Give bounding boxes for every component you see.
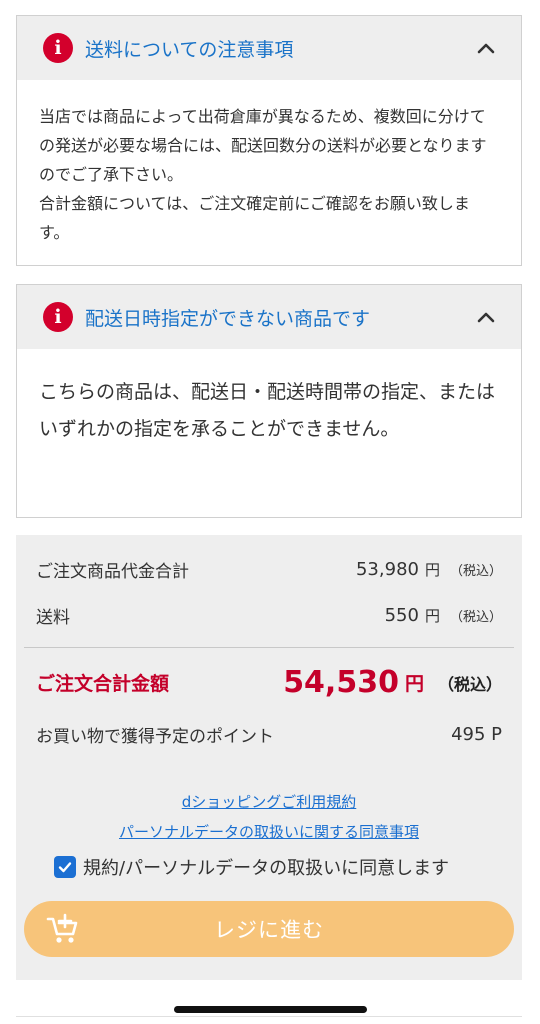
order-summary: ご注文商品代金合計 53,980 円 （税込） 送料 550 円 （税込） ご注… <box>16 535 522 980</box>
subtotal-value: 53,980 <box>355 559 419 580</box>
delivery-date-notice-panel: i 配送日時指定ができない商品です こちらの商品は、配送日・配送時間帯の指定、ま… <box>16 284 522 518</box>
points-row: お買い物で獲得予定のポイント 495 P <box>36 722 502 747</box>
chevron-up-icon[interactable] <box>475 37 497 59</box>
delivery-date-notice-text: こちらの商品は、配送日・配送時間帯の指定、またはいずれかの指定を承ることができま… <box>39 381 496 440</box>
tax-note: （税込） <box>437 674 502 694</box>
delivery-date-notice-header[interactable]: i 配送日時指定ができない商品です <box>17 285 521 349</box>
alert-icon: i <box>43 33 73 63</box>
alert-icon: i <box>43 302 73 332</box>
shipping-notice-body: 当店では商品によって出荷倉庫が異なるため、複数回に分けての発送が必要な場合には、… <box>17 80 521 247</box>
points-value: 495 P <box>451 724 502 745</box>
checkout-label: レジに進む <box>214 918 324 942</box>
tax-note: （税込） <box>449 610 502 625</box>
cart-plus-icon <box>46 913 78 943</box>
yen-unit: 円 <box>424 607 440 625</box>
shipping-label: 送料 <box>36 608 70 628</box>
delivery-date-notice-title: 配送日時指定ができない商品です <box>85 307 371 330</box>
total-value: 54,530 <box>283 665 399 700</box>
agreement-checkbox-row[interactable]: 規約/パーソナルデータの取扱いに同意します <box>54 854 449 880</box>
shipping-notice-header[interactable]: i 送料についての注意事項 <box>17 16 521 80</box>
checkout-button[interactable]: レジに進む <box>24 901 514 957</box>
bottom-divider <box>16 1016 522 1017</box>
points-label: お買い物で獲得予定のポイント <box>36 727 274 747</box>
chevron-up-icon[interactable] <box>475 306 497 328</box>
yen-unit: 円 <box>404 673 424 695</box>
home-indicator <box>174 1006 367 1013</box>
shipping-value: 550 <box>384 605 419 626</box>
agreement-label: 規約/パーソナルデータの取扱いに同意します <box>83 858 450 879</box>
privacy-consent-link[interactable]: パーソナルデータの取扱いに関する同意事項 <box>16 821 522 842</box>
agreement-checkbox[interactable] <box>54 856 76 878</box>
tax-note: （税込） <box>449 564 502 579</box>
checkmark-icon <box>58 862 72 873</box>
subtotal-row: ご注文商品代金合計 53,980 円 （税込） <box>36 557 502 582</box>
shipping-notice-text: 当店では商品によって出荷倉庫が異なるため、複数回に分けての発送が必要な場合には、… <box>39 107 487 184</box>
yen-unit: 円 <box>424 561 440 579</box>
total-row: ご注文合計金額 54,530 円 （税込） <box>36 665 502 700</box>
shipping-row: 送料 550 円 （税込） <box>36 603 502 628</box>
shipping-notice-text-2: 合計金額については、ご注文確定前にご確認をお願い致します。 <box>39 194 470 242</box>
delivery-date-notice-body: こちらの商品は、配送日・配送時間帯の指定、またはいずれかの指定を承ることができま… <box>17 349 521 448</box>
summary-divider <box>24 647 514 648</box>
subtotal-label: ご注文商品代金合計 <box>36 562 189 582</box>
total-label: ご注文合計金額 <box>36 673 170 695</box>
shipping-notice-title: 送料についての注意事項 <box>85 38 294 61</box>
terms-link[interactable]: dショッピングご利用規約 <box>16 791 522 812</box>
shipping-notice-panel: i 送料についての注意事項 当店では商品によって出荷倉庫が異なるため、複数回に分… <box>16 15 522 266</box>
